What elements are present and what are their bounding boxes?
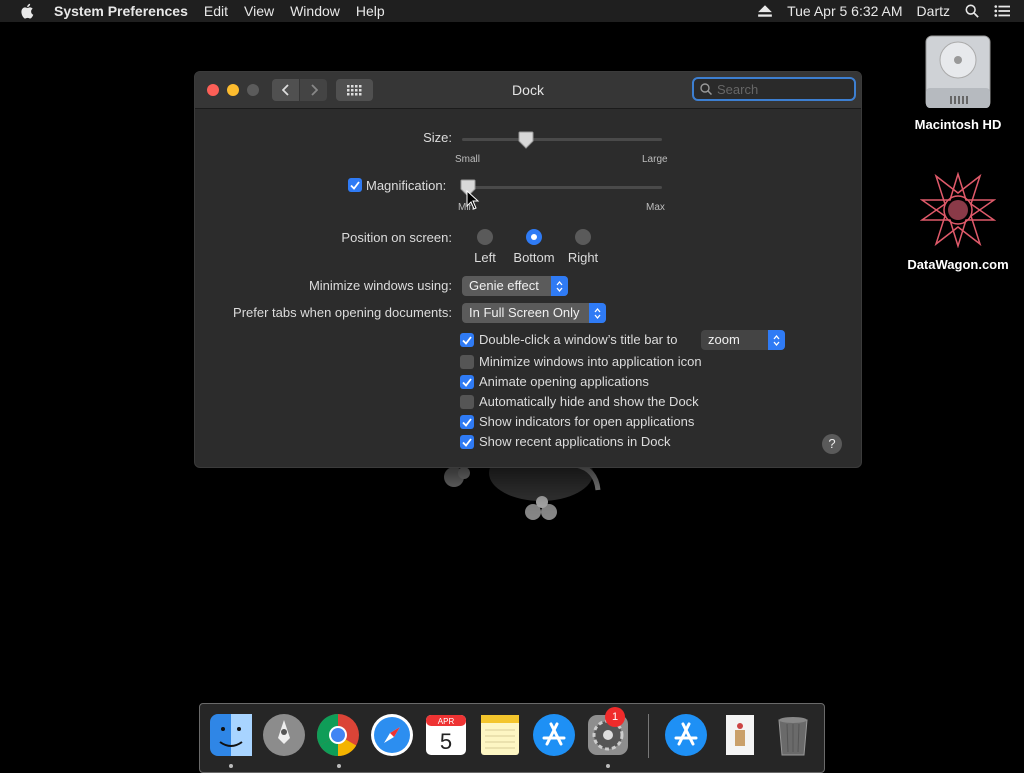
size-max-label: Large (642, 154, 668, 165)
finder-icon[interactable] (208, 712, 254, 758)
show-recent-checkbox[interactable] (460, 435, 474, 449)
notification-center-icon[interactable] (994, 4, 1010, 18)
show-indicators-checkbox[interactable] (460, 415, 474, 429)
double-click-checkbox[interactable] (460, 333, 474, 347)
position-left-radio[interactable] (477, 229, 493, 245)
menu-app-name[interactable]: System Preferences (54, 3, 188, 19)
search-placeholder: Search (717, 81, 759, 97)
size-label: Size: (423, 130, 452, 145)
minimize-into-icon-checkbox[interactable] (460, 355, 474, 369)
updown-arrows-icon (768, 330, 785, 350)
size-slider-thumb[interactable] (518, 131, 534, 149)
mouse-cursor-icon (466, 190, 480, 210)
calendar-icon[interactable]: APR 5 (423, 712, 469, 758)
double-click-action-popup[interactable]: zoom (701, 330, 785, 350)
running-indicator (229, 764, 233, 768)
size-min-label: Small (455, 154, 481, 165)
eject-icon[interactable] (757, 4, 773, 18)
menu-window[interactable]: Window (290, 3, 340, 19)
chrome-icon[interactable] (315, 712, 361, 758)
app-store-download-icon[interactable] (663, 712, 709, 758)
animate-opening-label: Animate opening applications (479, 374, 649, 389)
double-click-label: Double-click a window’s title bar to (479, 332, 678, 347)
menu-bar: System Preferences Edit View Window Help… (0, 0, 1024, 22)
search-icon (700, 83, 712, 95)
magnification-slider-track[interactable] (462, 186, 662, 189)
launchpad-icon[interactable] (261, 712, 307, 758)
updown-arrows-icon (589, 303, 606, 323)
menu-edit[interactable]: Edit (204, 3, 228, 19)
notes-icon[interactable] (477, 712, 523, 758)
menubar-user[interactable]: Dartz (917, 3, 950, 19)
preferences-window: Dock Search Size: Small Large Magnificat… (194, 71, 862, 468)
prefer-tabs-popup[interactable]: In Full Screen Only (462, 303, 606, 323)
desktop-item-macintosh-hd[interactable]: Macintosh HD (903, 32, 1013, 132)
help-button[interactable]: ? (822, 434, 842, 454)
minimize-effect-value: Genie effect (469, 278, 539, 293)
prefer-tabs-value: In Full Screen Only (469, 305, 580, 320)
magnification-max-label: Max (646, 202, 665, 213)
checkmark-icon (462, 377, 472, 387)
position-right-label: Right (567, 250, 599, 265)
title-bar[interactable]: Dock Search (195, 72, 861, 109)
dock-separator (648, 714, 649, 758)
position-label: Position on screen: (341, 230, 452, 245)
app-store-icon[interactable] (531, 712, 577, 758)
checkmark-icon (462, 417, 472, 427)
desktop-item-datawagon[interactable]: DataWagon.com (903, 171, 1013, 272)
geometric-star-icon (919, 171, 997, 249)
calendar-month: APR (438, 717, 455, 726)
desktop-item-label: Macintosh HD (914, 117, 1002, 132)
updown-arrows-icon (551, 276, 568, 296)
show-recent-label: Show recent applications in Dock (479, 434, 671, 449)
menubar-clock[interactable]: Tue Apr 5 6:32 AM (787, 3, 902, 19)
show-indicators-label: Show indicators for open applications (479, 414, 695, 429)
magnification-checkbox[interactable] (348, 178, 362, 192)
size-slider-track[interactable] (462, 138, 662, 141)
autohide-dock-checkbox[interactable] (460, 395, 474, 409)
position-bottom-radio[interactable] (526, 229, 542, 245)
running-indicator (337, 764, 341, 768)
double-click-action-value: zoom (708, 332, 740, 347)
dock: APR 5 (199, 703, 825, 773)
autohide-dock-label: Automatically hide and show the Dock (479, 394, 699, 409)
checkmark-icon (462, 335, 472, 345)
minimize-effect-popup[interactable]: Genie effect (462, 276, 568, 296)
trash-icon[interactable] (770, 712, 816, 758)
minimize-using-label: Minimize windows using: (308, 278, 452, 293)
checkmark-icon (350, 180, 360, 190)
document-icon[interactable] (717, 712, 763, 758)
magnification-label: Magnification: (366, 178, 447, 193)
animate-opening-checkbox[interactable] (460, 375, 474, 389)
notification-badge: 1 (605, 707, 625, 727)
desktop-item-label: DataWagon.com (907, 257, 1009, 272)
menu-help[interactable]: Help (356, 3, 385, 19)
running-indicator (606, 764, 610, 768)
apple-menu-icon[interactable] (18, 3, 38, 19)
menu-view[interactable]: View (244, 3, 274, 19)
calendar-day: 5 (440, 729, 452, 754)
safari-icon[interactable] (369, 712, 415, 758)
minimize-into-icon-label: Minimize windows into application icon (479, 354, 702, 369)
hard-drive-icon (925, 35, 991, 109)
spotlight-search-icon[interactable] (964, 4, 980, 18)
search-field[interactable]: Search (692, 77, 856, 101)
checkmark-icon (462, 437, 472, 447)
prefer-tabs-label: Prefer tabs when opening documents: (233, 305, 452, 320)
position-right-radio[interactable] (575, 229, 591, 245)
